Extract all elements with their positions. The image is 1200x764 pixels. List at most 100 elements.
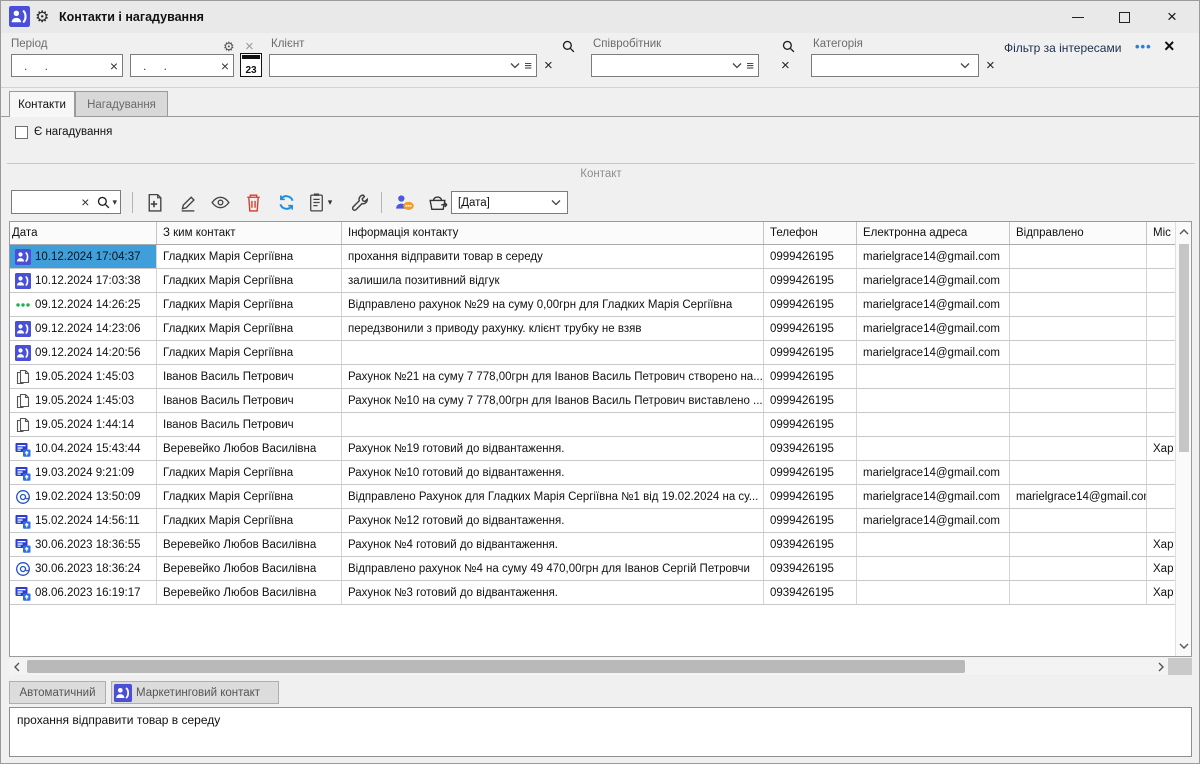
cell-email: marielgrace14@gmail.com bbox=[857, 461, 1010, 484]
table-row[interactable]: 09.12.2024 14:20:56Гладких Марія Сергіїв… bbox=[10, 341, 1191, 365]
cell-date: 30.06.2023 18:36:24 bbox=[10, 557, 157, 580]
cell-city: Хар bbox=[1147, 557, 1176, 580]
cell-phone: 0999426195 bbox=[764, 341, 857, 364]
employee-clear-icon[interactable]: × bbox=[781, 57, 790, 74]
service-tools-button[interactable] bbox=[346, 190, 372, 215]
table-row[interactable]: 19.05.2024 1:45:03Іванов Василь Петрович… bbox=[10, 389, 1191, 413]
maximize-button[interactable] bbox=[1109, 7, 1139, 27]
cell-contact: Гладких Марія Сергіївна bbox=[157, 245, 342, 268]
period-gear-icon[interactable]: ⚙ bbox=[223, 39, 235, 55]
tab-contacts[interactable]: Контакти bbox=[9, 91, 75, 117]
cell-email: marielgrace14@gmail.com bbox=[857, 485, 1010, 508]
cell-email bbox=[857, 365, 1010, 388]
table-row[interactable]: 19.05.2024 1:45:03Іванов Василь Петрович… bbox=[10, 365, 1191, 389]
filter-close-icon[interactable]: × bbox=[1164, 36, 1175, 57]
period-to-input[interactable]: . . × bbox=[130, 54, 234, 77]
scroll-down-icon[interactable] bbox=[1178, 640, 1190, 652]
column-header-contact[interactable]: З ким контакт bbox=[157, 222, 342, 244]
table-search-input[interactable]: × ▾ bbox=[11, 190, 121, 214]
copy-record-button[interactable]: ▾ bbox=[306, 190, 332, 215]
close-button[interactable]: × bbox=[1157, 7, 1187, 27]
cell-info: Рахунок №21 на суму 7 778,00грн для Іван… bbox=[342, 365, 764, 388]
column-header-date[interactable]: Дата bbox=[10, 222, 157, 244]
category-combobox[interactable] bbox=[811, 54, 979, 77]
tab-reminders[interactable]: Нагадування bbox=[75, 91, 168, 117]
table-row[interactable]: 09.12.2024 14:26:25Гладких Марія Сергіїв… bbox=[10, 293, 1191, 317]
purchase-basket-button[interactable] bbox=[424, 190, 450, 215]
more-options-icon[interactable]: ••• bbox=[1135, 39, 1152, 54]
table-row[interactable]: 19.02.2024 13:50:09Гладких Марія Сергіїв… bbox=[10, 485, 1191, 509]
clear-icon[interactable]: × bbox=[217, 59, 233, 73]
table-row[interactable]: 30.06.2023 18:36:24Веревейко Любов Васил… bbox=[10, 557, 1191, 581]
has-reminder-checkbox[interactable] bbox=[15, 126, 28, 139]
cell-info: Рахунок №3 готовий до відвантаження. bbox=[342, 581, 764, 604]
calendar-button[interactable]: 23 bbox=[240, 53, 262, 77]
automatic-badge[interactable]: Автоматичний bbox=[9, 681, 106, 704]
contact-note-textarea[interactable]: прохання відправити товар в середу bbox=[9, 707, 1192, 757]
maximize-icon bbox=[1119, 12, 1130, 23]
horizontal-scrollbar[interactable] bbox=[9, 658, 1192, 675]
table-row[interactable]: 10.12.2024 17:04:37 Гладких Марія Сергіїв… bbox=[10, 245, 1191, 269]
settings-gear-icon[interactable]: ⚙ bbox=[35, 7, 49, 27]
cell-email bbox=[857, 557, 1010, 580]
column-header-email[interactable]: Електронна адреса bbox=[857, 222, 1010, 244]
scroll-up-icon[interactable] bbox=[1178, 226, 1190, 238]
clear-icon[interactable]: × bbox=[106, 59, 122, 73]
add-record-button[interactable] bbox=[141, 190, 167, 215]
vertical-scrollbar[interactable] bbox=[1175, 222, 1191, 656]
table-row[interactable]: 08.06.2023 16:19:17Веревейко Любов Васил… bbox=[10, 581, 1191, 605]
column-header-sent[interactable]: Відправлено bbox=[1010, 222, 1147, 244]
list-icon[interactable]: ≡ bbox=[520, 58, 536, 73]
cell-contact: Іванов Василь Петрович bbox=[157, 413, 342, 436]
cell-sent bbox=[1010, 341, 1147, 364]
column-header-city[interactable]: Міс bbox=[1147, 222, 1176, 244]
cell-info: Відправлено рахунок №29 на суму 0,00грн … bbox=[342, 293, 764, 316]
refresh-button[interactable] bbox=[273, 190, 299, 215]
search-icon[interactable]: ▾ bbox=[93, 195, 120, 210]
chevron-down-icon: ▾ bbox=[112, 197, 117, 208]
cell-city bbox=[1147, 269, 1176, 292]
table-row[interactable]: 30.06.2023 18:36:55Веревейко Любов Васил… bbox=[10, 533, 1191, 557]
period-label: Період bbox=[11, 38, 47, 50]
date-field-dropdown[interactable]: [Дата] bbox=[451, 191, 568, 214]
table-row[interactable]: 09.12.2024 14:23:06Гладких Марія Сергіїв… bbox=[10, 317, 1191, 341]
cell-email: marielgrace14@gmail.com bbox=[857, 509, 1010, 532]
list-icon[interactable]: ≡ bbox=[742, 58, 758, 73]
delete-record-button[interactable] bbox=[240, 190, 266, 215]
marketing-contact-badge[interactable]: Маркетинговий контакт bbox=[111, 681, 279, 704]
cell-phone: 0999426195 bbox=[764, 245, 857, 268]
client-clear-icon[interactable]: × bbox=[544, 57, 553, 74]
cell-date: 10.12.2024 17:04:37 bbox=[10, 245, 157, 268]
employee-search-icon[interactable] bbox=[781, 39, 796, 57]
vertical-scroll-thumb[interactable] bbox=[1179, 244, 1189, 452]
scroll-right-icon[interactable] bbox=[1155, 661, 1167, 673]
table-row[interactable]: 10.04.2024 15:43:44Веревейко Любов Васил… bbox=[10, 437, 1191, 461]
client-search-icon[interactable] bbox=[561, 39, 576, 57]
employee-combobox[interactable]: ≡ bbox=[591, 54, 759, 77]
clear-icon[interactable]: × bbox=[77, 195, 93, 209]
cell-sent: marielgrace14@gmail.com bbox=[1010, 485, 1147, 508]
cell-phone: 0999426195 bbox=[764, 413, 857, 436]
cell-contact: Іванов Василь Петрович bbox=[157, 389, 342, 412]
minimize-button[interactable] bbox=[1063, 7, 1093, 27]
table-row[interactable]: 19.03.2024 9:21:09Гладких Марія Сергіївн… bbox=[10, 461, 1191, 485]
cell-city bbox=[1147, 389, 1176, 412]
cell-phone: 0999426195 bbox=[764, 269, 857, 292]
period-from-input[interactable]: . . × bbox=[11, 54, 123, 77]
table-row[interactable]: 15.02.2024 14:56:11Гладких Марія Сергіїв… bbox=[10, 509, 1191, 533]
scroll-left-icon[interactable] bbox=[11, 661, 23, 673]
view-record-button[interactable] bbox=[207, 190, 233, 215]
cell-date-text: 10.12.2024 17:04:37 bbox=[35, 251, 141, 263]
cell-phone: 0999426195 bbox=[764, 365, 857, 388]
category-clear-icon[interactable]: × bbox=[986, 57, 995, 74]
table-row[interactable]: 10.12.2024 17:03:38Гладких Марія Сергіїв… bbox=[10, 269, 1191, 293]
column-header-info[interactable]: Інформація контакту bbox=[342, 222, 764, 244]
column-header-phone[interactable]: Телефон bbox=[764, 222, 857, 244]
client-combobox[interactable]: ≡ bbox=[269, 54, 537, 77]
edit-record-button[interactable] bbox=[174, 190, 200, 215]
edit-record-icon bbox=[177, 192, 198, 213]
cell-phone: 0999426195 bbox=[764, 509, 857, 532]
horizontal-scroll-thumb[interactable] bbox=[27, 660, 965, 673]
table-row[interactable]: 19.05.2024 1:44:14Іванов Василь Петрович… bbox=[10, 413, 1191, 437]
marketing-contact-button-button[interactable] bbox=[391, 190, 417, 215]
